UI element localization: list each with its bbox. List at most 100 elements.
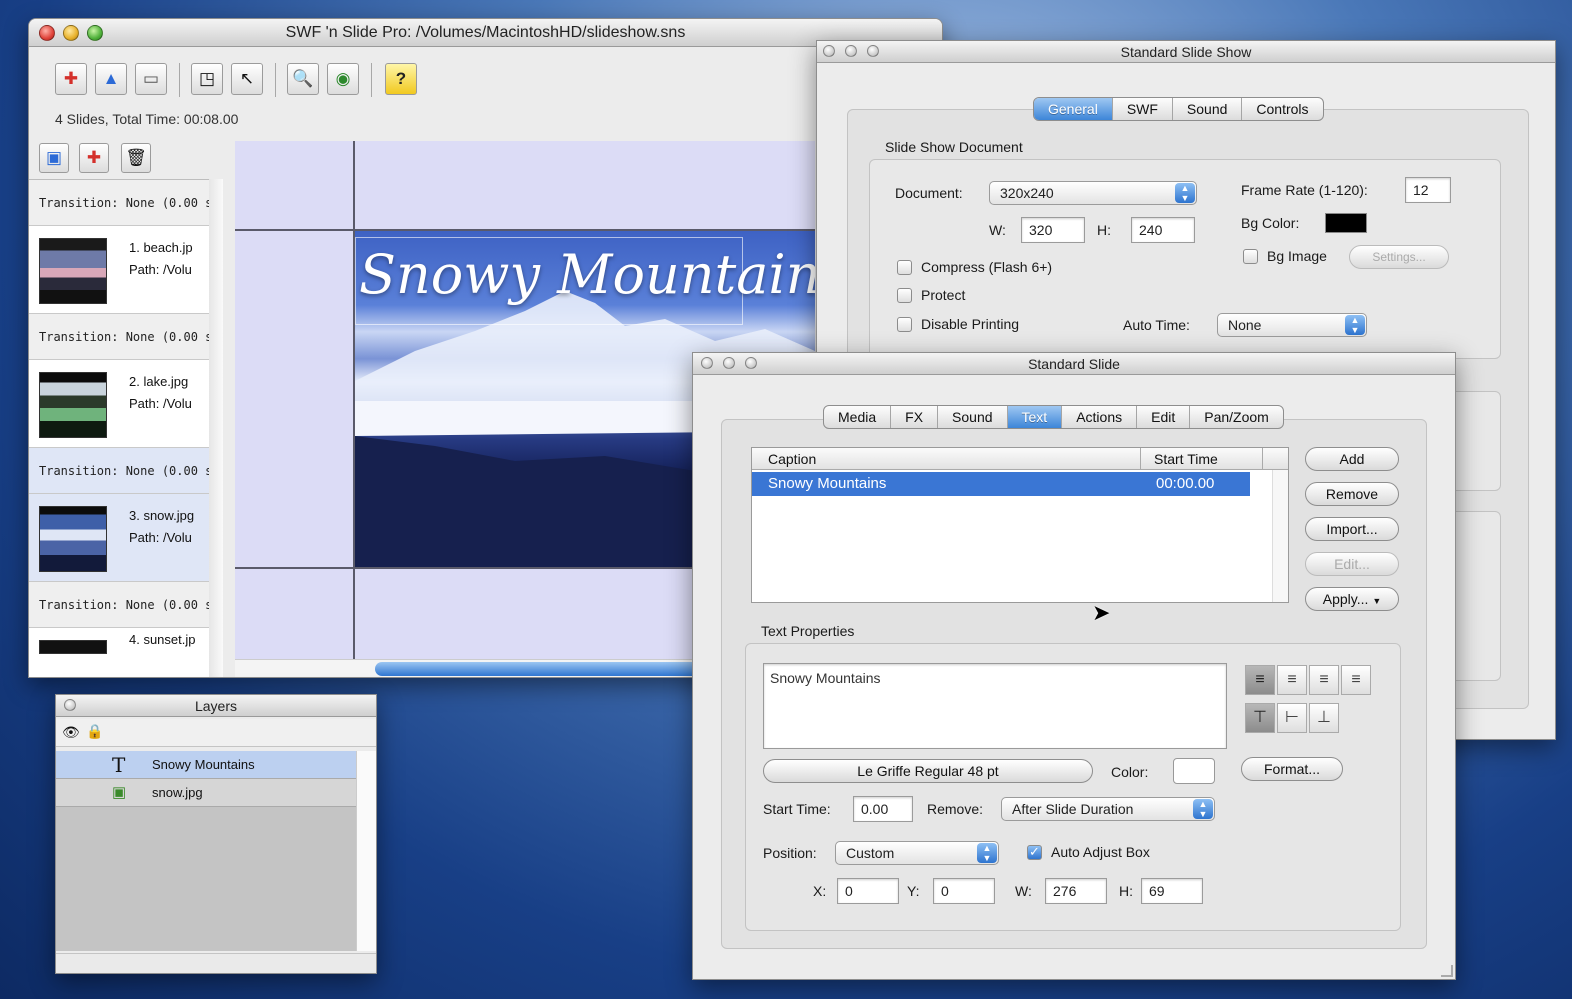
height-field[interactable]: 240	[1131, 217, 1195, 243]
remove-button[interactable]: Remove	[1305, 482, 1399, 506]
main-titlebar[interactable]: SWF 'n Slide Pro: /Volumes/MacintoshHD/s…	[29, 19, 942, 47]
layer-row[interactable]: ▣ snow.jpg	[56, 779, 356, 807]
frame-rate-field[interactable]: 12	[1405, 177, 1451, 203]
disable-printing-checkbox[interactable]	[897, 317, 912, 332]
width-field[interactable]: 276	[1045, 878, 1107, 904]
slide-list[interactable]: Transition: None (0.00 se 1. beach.jp Pa…	[29, 179, 209, 677]
minimize-icon[interactable]	[63, 25, 79, 41]
tab-media[interactable]: Media	[824, 406, 892, 428]
zoom-icon[interactable]	[87, 25, 103, 41]
text-color-swatch[interactable]	[1173, 758, 1215, 784]
delete-slide-button[interactable]: 🗑	[121, 143, 151, 173]
import-icon: ▲	[102, 69, 120, 88]
resize-grip[interactable]	[1441, 965, 1453, 977]
auto-time-popup[interactable]: None ▲ ▼	[1217, 313, 1367, 337]
add-button[interactable]: Add	[1305, 447, 1399, 471]
compress-checkbox[interactable]	[897, 260, 912, 275]
slide-list-scrollbar[interactable]	[209, 179, 223, 677]
slide-item[interactable]: 2. lake.jpg Path: /Volu	[29, 360, 209, 448]
h-label: H:	[1119, 883, 1133, 899]
close-icon[interactable]	[701, 357, 713, 369]
align-center-button[interactable]: ≡	[1277, 665, 1307, 695]
transition-row[interactable]: Transition: None (0.00 se	[29, 314, 209, 360]
layers-titlebar[interactable]: Layers	[56, 695, 376, 717]
minimize-icon[interactable]	[723, 357, 735, 369]
x-label: X:	[813, 883, 827, 899]
height-field[interactable]: 69	[1141, 878, 1203, 904]
tab-general[interactable]: General	[1034, 98, 1113, 120]
lock-icon[interactable]: 🔒	[86, 723, 103, 740]
preview-button[interactable]: ◉	[327, 63, 359, 95]
tab-controls[interactable]: Controls	[1242, 98, 1322, 120]
edit-button[interactable]: Edit...	[1305, 552, 1399, 576]
window-controls	[39, 25, 103, 41]
resize-grip[interactable]	[56, 953, 376, 973]
new-slide-button[interactable]: ✚	[79, 143, 109, 173]
settings-button[interactable]: Settings...	[1349, 245, 1449, 269]
bg-color-swatch[interactable]	[1325, 213, 1367, 233]
format-button[interactable]: Format...	[1241, 757, 1343, 781]
align-right-button[interactable]: ≡	[1309, 665, 1339, 695]
tab-actions[interactable]: Actions	[1062, 406, 1138, 428]
x-field[interactable]: 0	[837, 878, 899, 904]
caption-table[interactable]: Caption Start Time Snowy Mountains 00:00…	[751, 447, 1289, 603]
tab-pan-zoom[interactable]: Pan/Zoom	[1190, 406, 1283, 428]
protect-checkbox[interactable]	[897, 288, 912, 303]
position-popup[interactable]: Custom ▲ ▼	[835, 841, 999, 865]
transition-row[interactable]: Transition: None (0.00 se	[29, 180, 209, 226]
table-scrollbar[interactable]	[1272, 470, 1288, 602]
visibility-icon[interactable]: 👁	[62, 724, 80, 741]
valign-bottom-button[interactable]: ⊥	[1309, 703, 1339, 733]
slide-item[interactable]: 3. snow.jpg Path: /Volu	[29, 494, 209, 582]
valign-top-button[interactable]: ⊤	[1245, 703, 1275, 733]
close-icon[interactable]	[39, 25, 55, 41]
tab-sound[interactable]: Sound	[1173, 98, 1243, 120]
zoom-icon[interactable]	[745, 357, 757, 369]
mouse-cursor-icon: ➤	[1092, 600, 1111, 625]
slide-titlebar[interactable]: Standard Slide	[693, 353, 1455, 375]
caption-column-header[interactable]: Caption	[768, 451, 816, 467]
tab-swf[interactable]: SWF	[1113, 98, 1173, 120]
import-button[interactable]: ▲	[95, 63, 127, 95]
add-slide-button[interactable]: ✚	[55, 63, 87, 95]
slideshow-titlebar[interactable]: Standard Slide Show	[817, 41, 1555, 63]
help-button[interactable]: ?	[385, 63, 417, 95]
table-row[interactable]: Snowy Mountains 00:00.00	[752, 472, 1250, 496]
document-popup[interactable]: 320x240 ▲ ▼	[989, 181, 1197, 205]
apply-button[interactable]: Apply... ▼	[1305, 587, 1399, 611]
zoom-button[interactable]: 🔍	[287, 63, 319, 95]
align-left-button[interactable]: ≡	[1245, 665, 1275, 695]
save-button[interactable]: ▭	[135, 63, 167, 95]
layer-list[interactable]: T Snowy Mountains ▣ snow.jpg	[56, 751, 356, 951]
transition-row[interactable]: Transition: None (0.00 se	[29, 448, 209, 494]
layer-row-selected[interactable]: T Snowy Mountains	[56, 751, 356, 779]
transition-row[interactable]: Transition: None (0.00 se	[29, 582, 209, 628]
text-area[interactable]: Snowy Mountains	[763, 663, 1227, 749]
align-justify-button[interactable]: ≡	[1341, 665, 1371, 695]
add-media-button[interactable]: ▣	[39, 143, 69, 173]
backward-button[interactable]: ↖	[231, 63, 263, 95]
tab-sound[interactable]: Sound	[938, 406, 1008, 428]
tab-edit[interactable]: Edit	[1137, 406, 1191, 428]
width-field[interactable]: 320	[1021, 217, 1085, 243]
close-icon[interactable]	[64, 699, 76, 711]
remove-popup[interactable]: After Slide Duration ▲ ▼	[1001, 797, 1215, 821]
valign-middle-button[interactable]: ⊢	[1277, 703, 1307, 733]
slide-item[interactable]: 4. sunset.jp	[29, 628, 209, 677]
zoom-icon[interactable]	[867, 45, 879, 57]
auto-adjust-checkbox[interactable]	[1027, 844, 1042, 860]
import-button[interactable]: Import...	[1305, 517, 1399, 541]
popup-arrows-icon: ▲ ▼	[1345, 315, 1365, 335]
slide-item[interactable]: 1. beach.jp Path: /Volu	[29, 226, 209, 314]
minimize-icon[interactable]	[845, 45, 857, 57]
bg-image-checkbox[interactable]	[1243, 249, 1258, 264]
tab-text[interactable]: Text	[1007, 406, 1063, 428]
close-icon[interactable]	[823, 45, 835, 57]
font-button[interactable]: Le Griffe Regular 48 pt	[763, 759, 1093, 783]
start-time-field[interactable]: 0.00	[853, 796, 913, 822]
y-field[interactable]: 0	[933, 878, 995, 904]
forward-button[interactable]: ◳	[191, 63, 223, 95]
tab-fx[interactable]: FX	[891, 406, 939, 428]
layers-scrollbar[interactable]	[356, 751, 376, 951]
start-time-column-header[interactable]: Start Time	[1154, 451, 1218, 467]
